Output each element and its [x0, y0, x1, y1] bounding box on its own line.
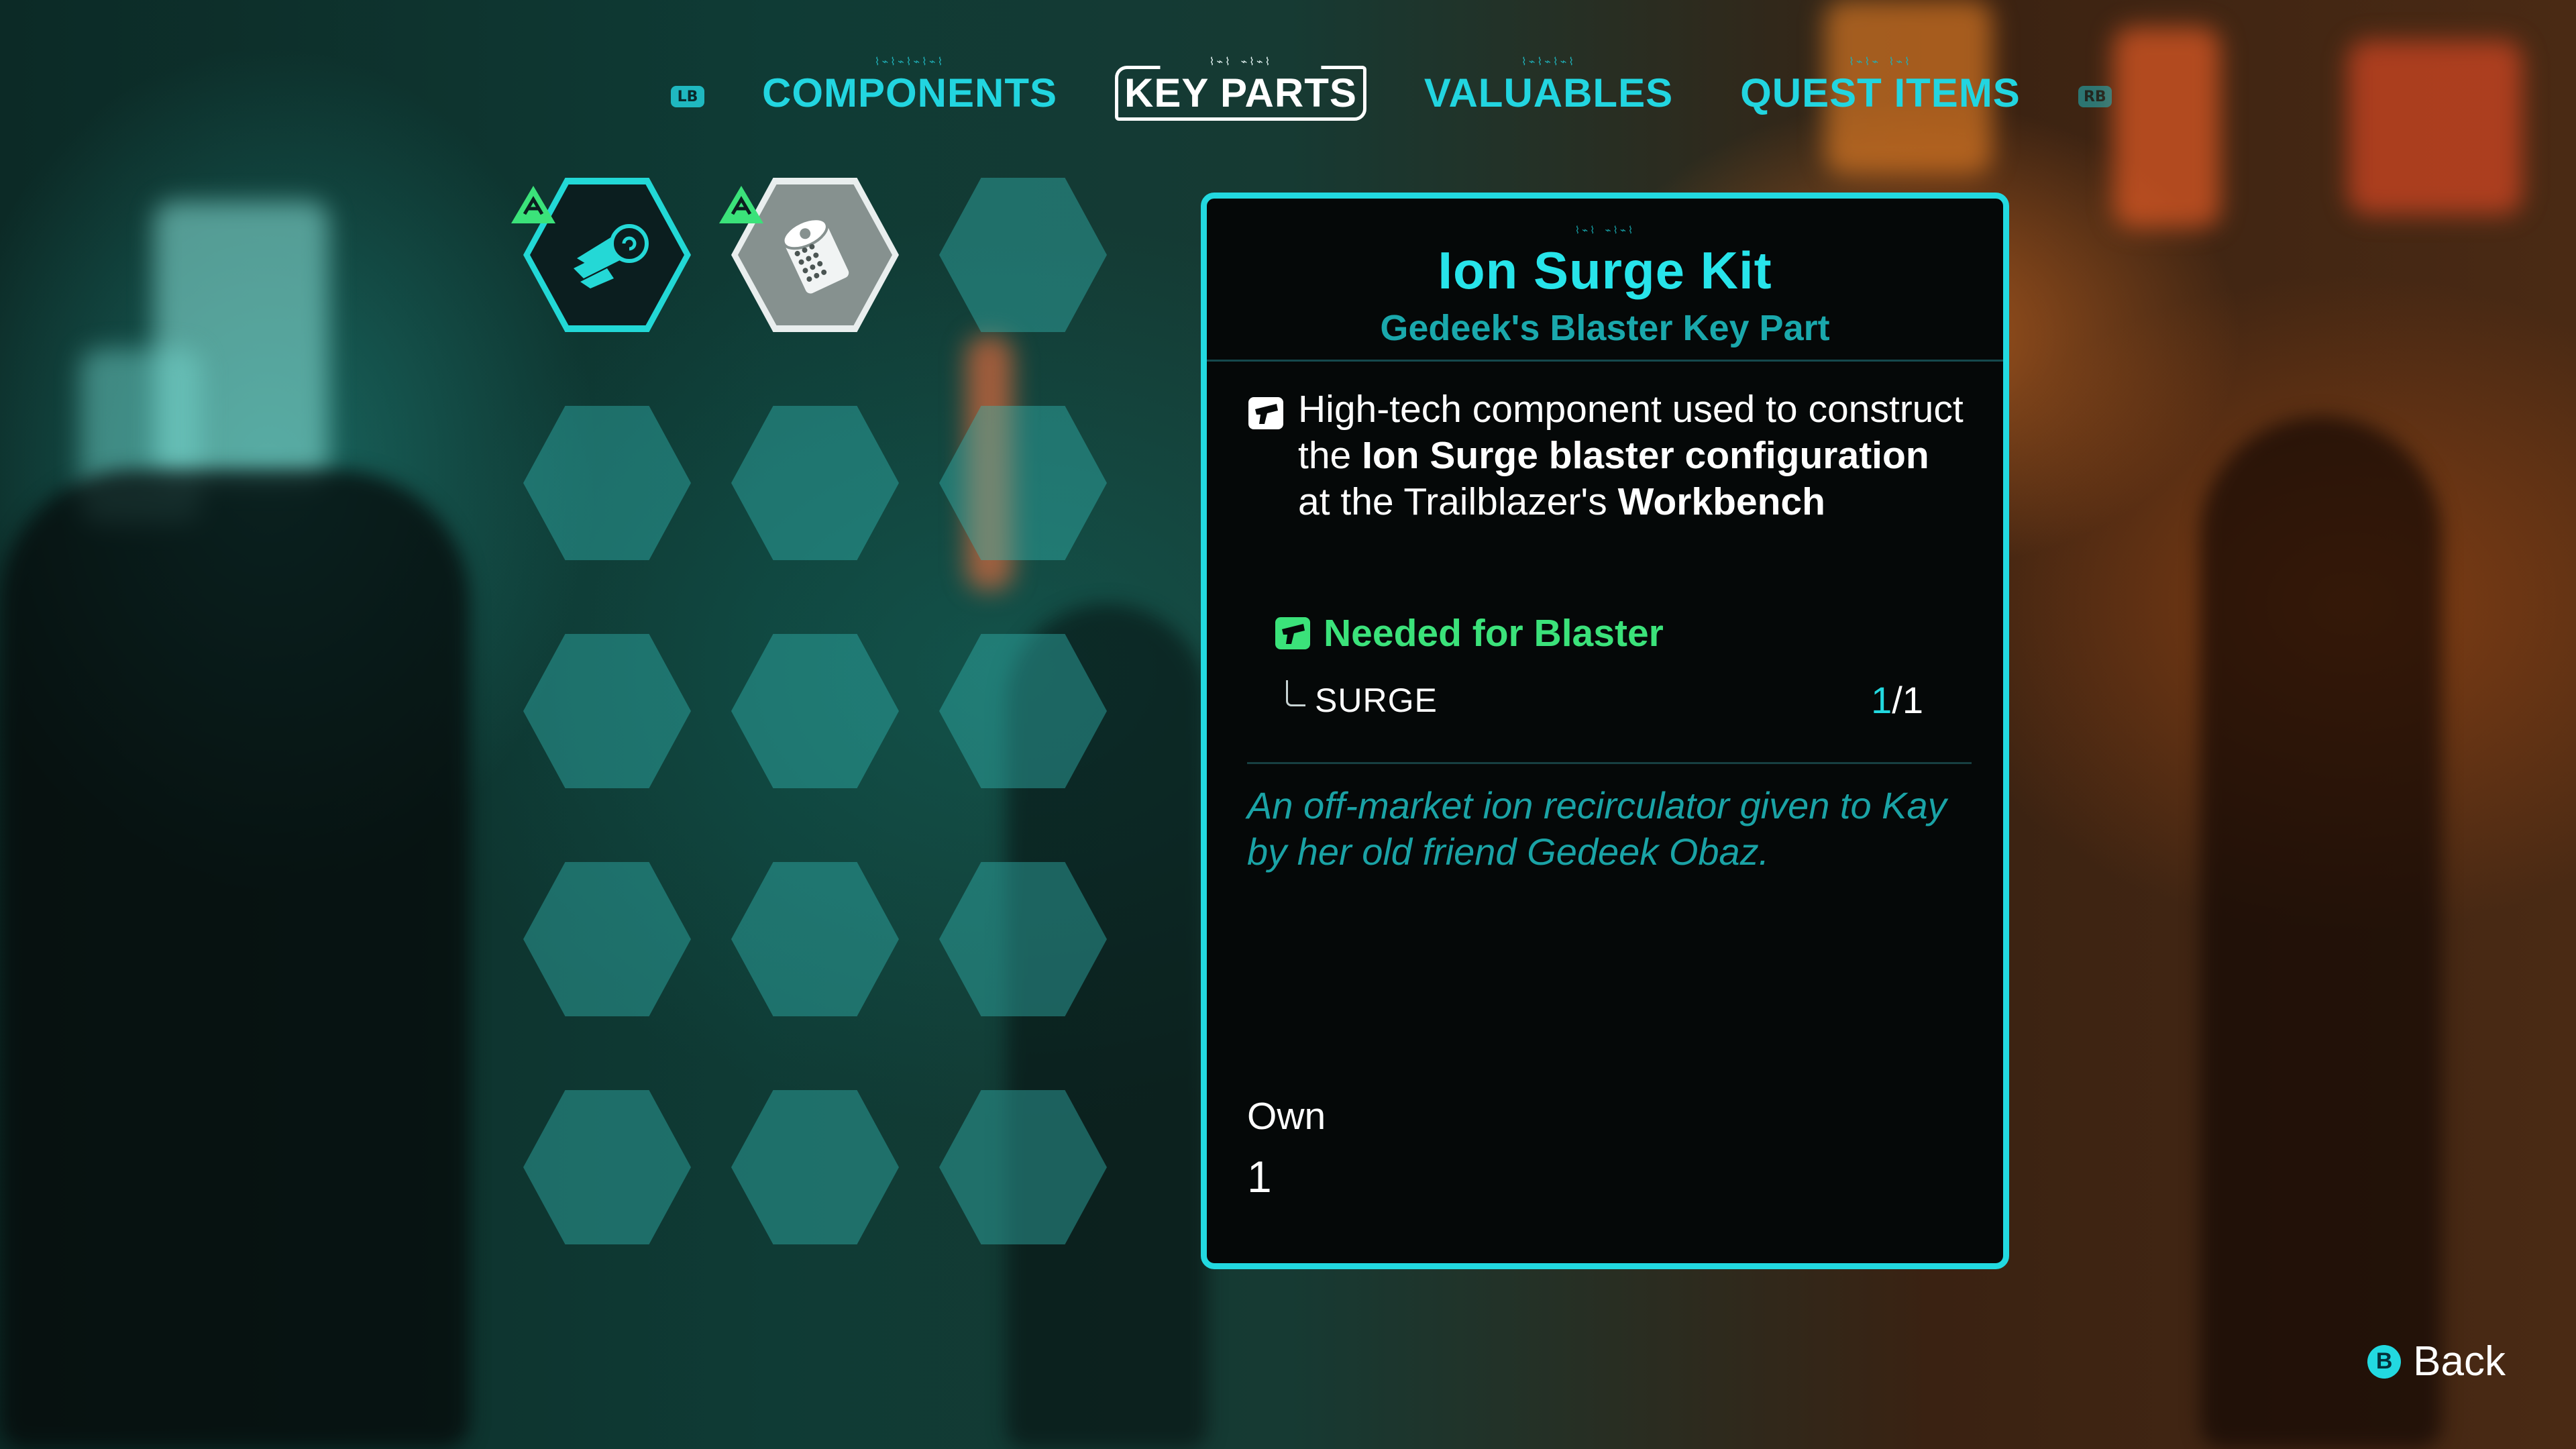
inventory-slot-empty[interactable]	[523, 406, 691, 560]
back-button[interactable]: B Back	[2367, 1338, 2506, 1385]
back-label: Back	[2413, 1338, 2506, 1385]
requirement-row: SURGE 1/1	[1286, 678, 1923, 722]
inventory-slot-empty[interactable]	[939, 178, 1107, 332]
own-count: 1	[1247, 1152, 1272, 1201]
needed-for-label: Needed for Blaster	[1324, 612, 1664, 655]
tab-label: VALUABLES	[1424, 70, 1674, 115]
inventory-slot-empty[interactable]	[523, 1090, 691, 1244]
requirement-have: 1	[1871, 679, 1892, 721]
category-tabs: LB ⌇⌁⌇⌁⌇⌁⌇⌁⌇ COMPONENTS ⌇⌁⌇ ⌁⌇⌁⌇ KEY PAR…	[671, 40, 2112, 121]
inventory-slot-empty[interactable]	[939, 634, 1107, 788]
item-title: Ion Surge Kit	[1438, 241, 1772, 300]
requirement-count: 1/1	[1871, 678, 1923, 722]
blaster-part-icon	[1248, 397, 1283, 429]
inventory-screen: LB ⌇⌁⌇⌁⌇⌁⌇⌁⌇ COMPONENTS ⌇⌁⌇ ⌁⌇⌁⌇ KEY PAR…	[0, 0, 2576, 1449]
tab-label: KEY PARTS	[1124, 70, 1357, 115]
needed-for-section: Needed for Blaster	[1274, 611, 1664, 655]
background-figure-right	[2200, 416, 2442, 1449]
lb-bumper-icon[interactable]: LB	[671, 86, 704, 107]
header-glyph-decoration: ⌇⌁⌇ ⌁⌇⌁⌇	[1574, 224, 1635, 236]
tab-valuables[interactable]: ⌇⌁⌇⌁⌇⌁⌇ VALUABLES	[1415, 54, 1682, 121]
inventory-slot-empty[interactable]	[731, 862, 899, 1016]
tab-label: COMPONENTS	[762, 70, 1058, 115]
description-bold-2: Workbench	[1617, 480, 1825, 523]
requirement-left: SURGE	[1286, 680, 1438, 720]
tab-key-parts[interactable]: ⌇⌁⌇ ⌁⌇⌁⌇ KEY PARTS	[1115, 54, 1366, 121]
own-label: Own	[1247, 1095, 1326, 1138]
blaster-needed-icon	[1275, 617, 1310, 649]
ion-canister-icon	[782, 217, 849, 294]
item-description: High-tech component used to construct th…	[1247, 386, 1972, 525]
inventory-slot-empty[interactable]	[939, 862, 1107, 1016]
scroll-roll-icon	[574, 224, 649, 288]
description-bold-1: Ion Surge blaster configuration	[1362, 434, 1929, 477]
tree-branch-icon	[1286, 680, 1305, 706]
tab-glyph-decoration: ⌇⌁⌇⌁ ⌇⌁⌇	[1849, 55, 1912, 68]
new-item-badge-icon	[719, 186, 763, 223]
inventory-slot-empty[interactable]	[939, 1090, 1107, 1244]
requirement-name: SURGE	[1315, 681, 1438, 719]
item-subtitle: Gedeek's Blaster Key Part	[1380, 308, 1830, 348]
background-crowd-left	[0, 470, 470, 1449]
divider	[1247, 762, 1972, 764]
inventory-slot-empty[interactable]	[939, 406, 1107, 560]
b-button-icon: B	[2367, 1344, 2402, 1379]
tab-glyph-decoration: ⌇⌁⌇ ⌁⌇⌁⌇	[1209, 55, 1273, 68]
tab-quest-items[interactable]: ⌇⌁⌇⌁ ⌇⌁⌇ QUEST ITEMS	[1731, 54, 2030, 121]
tab-glyph-decoration: ⌇⌁⌇⌁⌇⌁⌇⌁⌇	[874, 55, 945, 68]
new-item-badge-icon	[511, 186, 555, 223]
item-flavor-text: An off-market ion recirculator given to …	[1247, 784, 1947, 873]
inventory-slot-empty[interactable]	[731, 1090, 899, 1244]
rb-bumper-icon[interactable]: RB	[2078, 86, 2112, 107]
item-detail-panel: ⌇⌁⌇ ⌁⌇⌁⌇ Ion Surge Kit Gedeek's Blaster …	[1201, 193, 2009, 1269]
background-neon-sign-right-2	[2113, 27, 2220, 228]
inventory-slot-empty[interactable]	[731, 406, 899, 560]
inventory-slot-empty[interactable]	[523, 862, 691, 1016]
inventory-slot-empty[interactable]	[731, 634, 899, 788]
tab-label: QUEST ITEMS	[1740, 70, 2021, 115]
background-neon-sign-right-3	[2348, 40, 2522, 215]
tab-components[interactable]: ⌇⌁⌇⌁⌇⌁⌇⌁⌇ COMPONENTS	[753, 54, 1067, 121]
item-description-text: High-tech component used to construct th…	[1298, 386, 1972, 525]
description-part-2: at the Trailblazer's	[1298, 480, 1618, 523]
inventory-slot-empty[interactable]	[523, 634, 691, 788]
item-detail-header: ⌇⌁⌇ ⌁⌇⌁⌇ Ion Surge Kit Gedeek's Blaster …	[1207, 199, 2003, 362]
requirement-need: /1	[1892, 679, 1923, 721]
tab-glyph-decoration: ⌇⌁⌇⌁⌇⌁⌇	[1521, 55, 1576, 68]
inventory-grid	[511, 178, 1127, 1265]
